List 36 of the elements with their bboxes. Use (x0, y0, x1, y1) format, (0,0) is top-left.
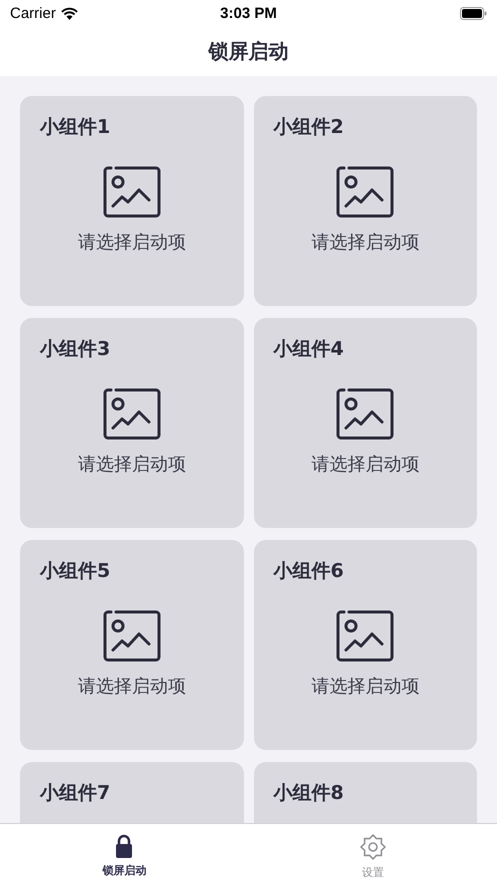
widget-hint: 请选择启动项 (311, 453, 420, 476)
widget-card[interactable]: 小组件5 请选择启动项 (20, 540, 244, 750)
screen-title: 锁屏启动 (208, 38, 288, 65)
widget-card[interactable]: 小组件8 (254, 762, 477, 823)
image-icon (336, 166, 394, 218)
widget-title: 小组件7 (40, 781, 110, 806)
widget-card[interactable]: 小组件4 请选择启动项 (254, 318, 477, 528)
tab-item[interactable]: 锁屏启动 (0, 824, 248, 883)
widget-card[interactable]: 小组件1 请选择启动项 (20, 96, 244, 306)
clock-time: 3:03 PM (220, 5, 277, 22)
image-icon (102, 610, 161, 662)
widget-hint: 请选择启动项 (78, 231, 186, 254)
widget-card[interactable]: 小组件7 (20, 762, 244, 823)
image-icon (102, 166, 161, 218)
widget-hint: 请选择启动项 (78, 675, 186, 698)
image-icon (336, 388, 394, 440)
image-icon (102, 388, 161, 440)
wifi-icon (60, 7, 78, 20)
image-icon (336, 610, 394, 662)
widget-title: 小组件6 (274, 559, 344, 584)
settings-icon (360, 834, 386, 860)
widget-title: 小组件8 (274, 781, 344, 806)
widget-card[interactable]: 小组件2 请选择启动项 (254, 96, 477, 306)
carrier-text: Carrier (10, 5, 56, 22)
widget-title: 小组件2 (274, 115, 344, 140)
widget-title: 小组件5 (40, 559, 110, 584)
widget-title: 小组件4 (274, 337, 344, 362)
battery-icon (460, 7, 487, 20)
widget-title: 小组件3 (40, 337, 110, 362)
widget-card[interactable]: 小组件6 请选择启动项 (254, 540, 477, 750)
widget-hint: 请选择启动项 (78, 453, 186, 476)
widget-title: 小组件1 (40, 115, 110, 140)
widget-card[interactable]: 小组件3 请选择启动项 (20, 318, 244, 528)
widget-hint: 请选择启动项 (311, 675, 420, 698)
widget-hint: 请选择启动项 (311, 231, 420, 254)
lock-icon (115, 834, 134, 858)
